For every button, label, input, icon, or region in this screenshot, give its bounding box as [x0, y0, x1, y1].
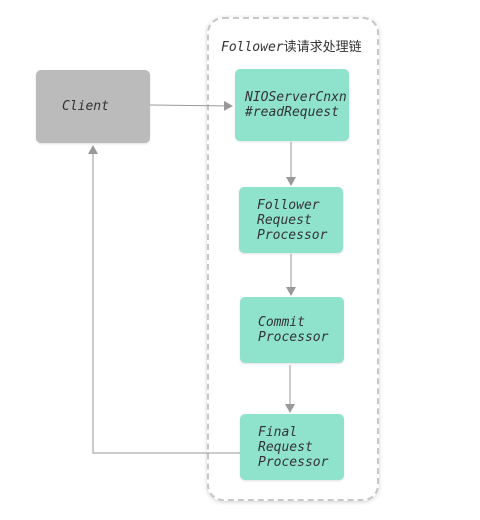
final-request-processor-label: Final Request Processor: [258, 424, 329, 470]
group-title: Follower读请求处理链: [221, 36, 362, 55]
commit-processor-label: Commit Processor: [258, 315, 329, 345]
client-node[interactable]: Client: [36, 70, 150, 143]
diagram-canvas: Follower读请求处理链 Client NIOServerCnxn #rea…: [0, 0, 480, 520]
nio-server-cnxn-node[interactable]: NIOServerCnxn #readRequest: [235, 69, 349, 141]
final-request-processor-node[interactable]: Final Request Processor: [240, 414, 344, 480]
nio-server-cnxn-label: NIOServerCnxn #readRequest: [245, 90, 347, 120]
group-title-latin: Follower: [221, 40, 284, 55]
client-label: Client: [62, 99, 109, 114]
follower-request-processor-node[interactable]: Follower Request Processor: [239, 187, 343, 253]
follower-request-processor-label: Follower Request Processor: [257, 197, 328, 243]
commit-processor-node[interactable]: Commit Processor: [240, 297, 344, 363]
group-title-cn: 读请求处理链: [283, 40, 362, 55]
